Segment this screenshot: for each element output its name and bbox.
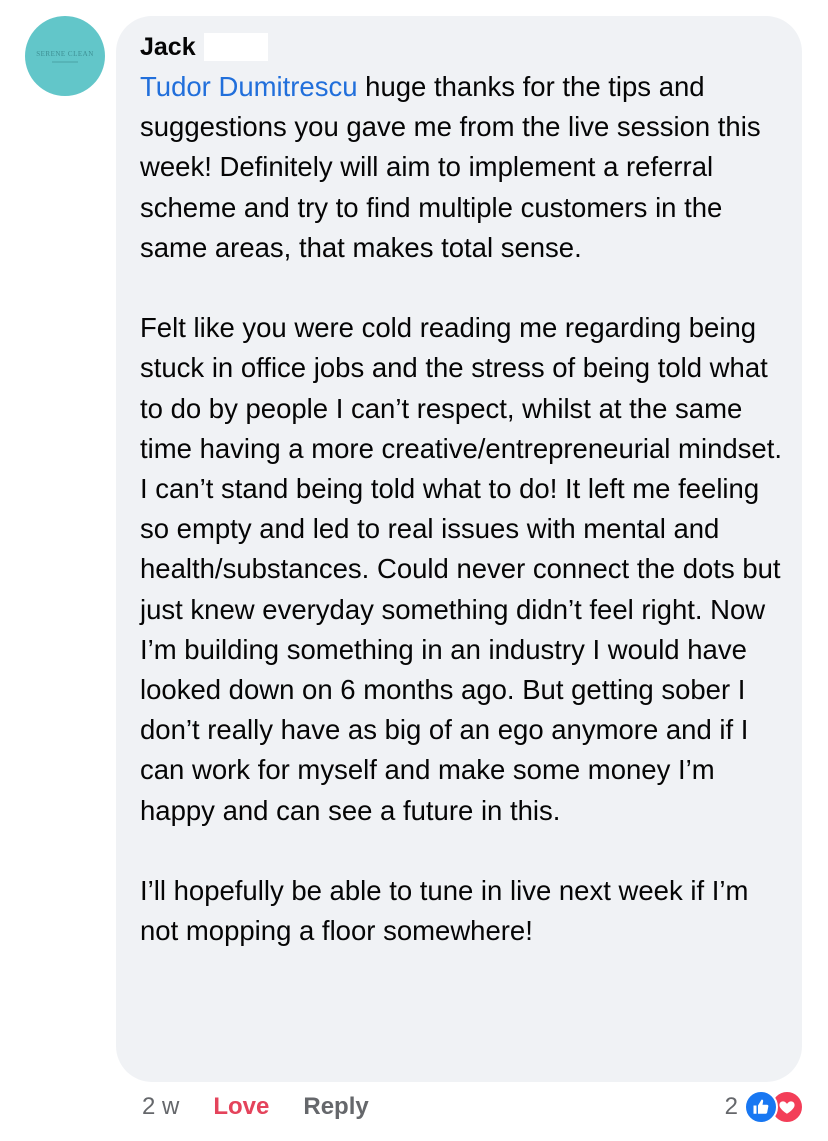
reactions-summary[interactable]: 2 <box>725 1090 804 1124</box>
comment-body: Tudor Dumitrescu huge thanks for the tip… <box>140 67 790 951</box>
comment-author-row: Jack <box>140 30 268 64</box>
comment-paragraph: I’ll hopefully be able to tune in live n… <box>140 875 749 947</box>
mention-link[interactable]: Tudor Dumitrescu <box>140 71 358 102</box>
avatar-logo-mark <box>52 60 78 63</box>
avatar-logo-text: SERENE CLEAN <box>36 49 94 58</box>
reaction-count: 2 <box>724 1093 738 1120</box>
author-name[interactable]: Jack <box>140 33 196 62</box>
reply-button[interactable]: Reply <box>303 1093 368 1121</box>
comment-paragraph: Felt like you were cold reading me regar… <box>140 312 782 826</box>
avatar[interactable]: SERENE CLEAN <box>25 16 105 96</box>
comment-actions: 2 w Love Reply <box>142 1090 369 1124</box>
love-button[interactable]: Love <box>213 1093 269 1121</box>
reaction-icons <box>744 1090 804 1124</box>
comment-paragraph: Tudor Dumitrescu huge thanks for the tip… <box>140 67 790 268</box>
author-surname-redaction <box>203 33 268 61</box>
like-icon <box>744 1090 778 1124</box>
timestamp[interactable]: 2 w <box>142 1093 179 1121</box>
